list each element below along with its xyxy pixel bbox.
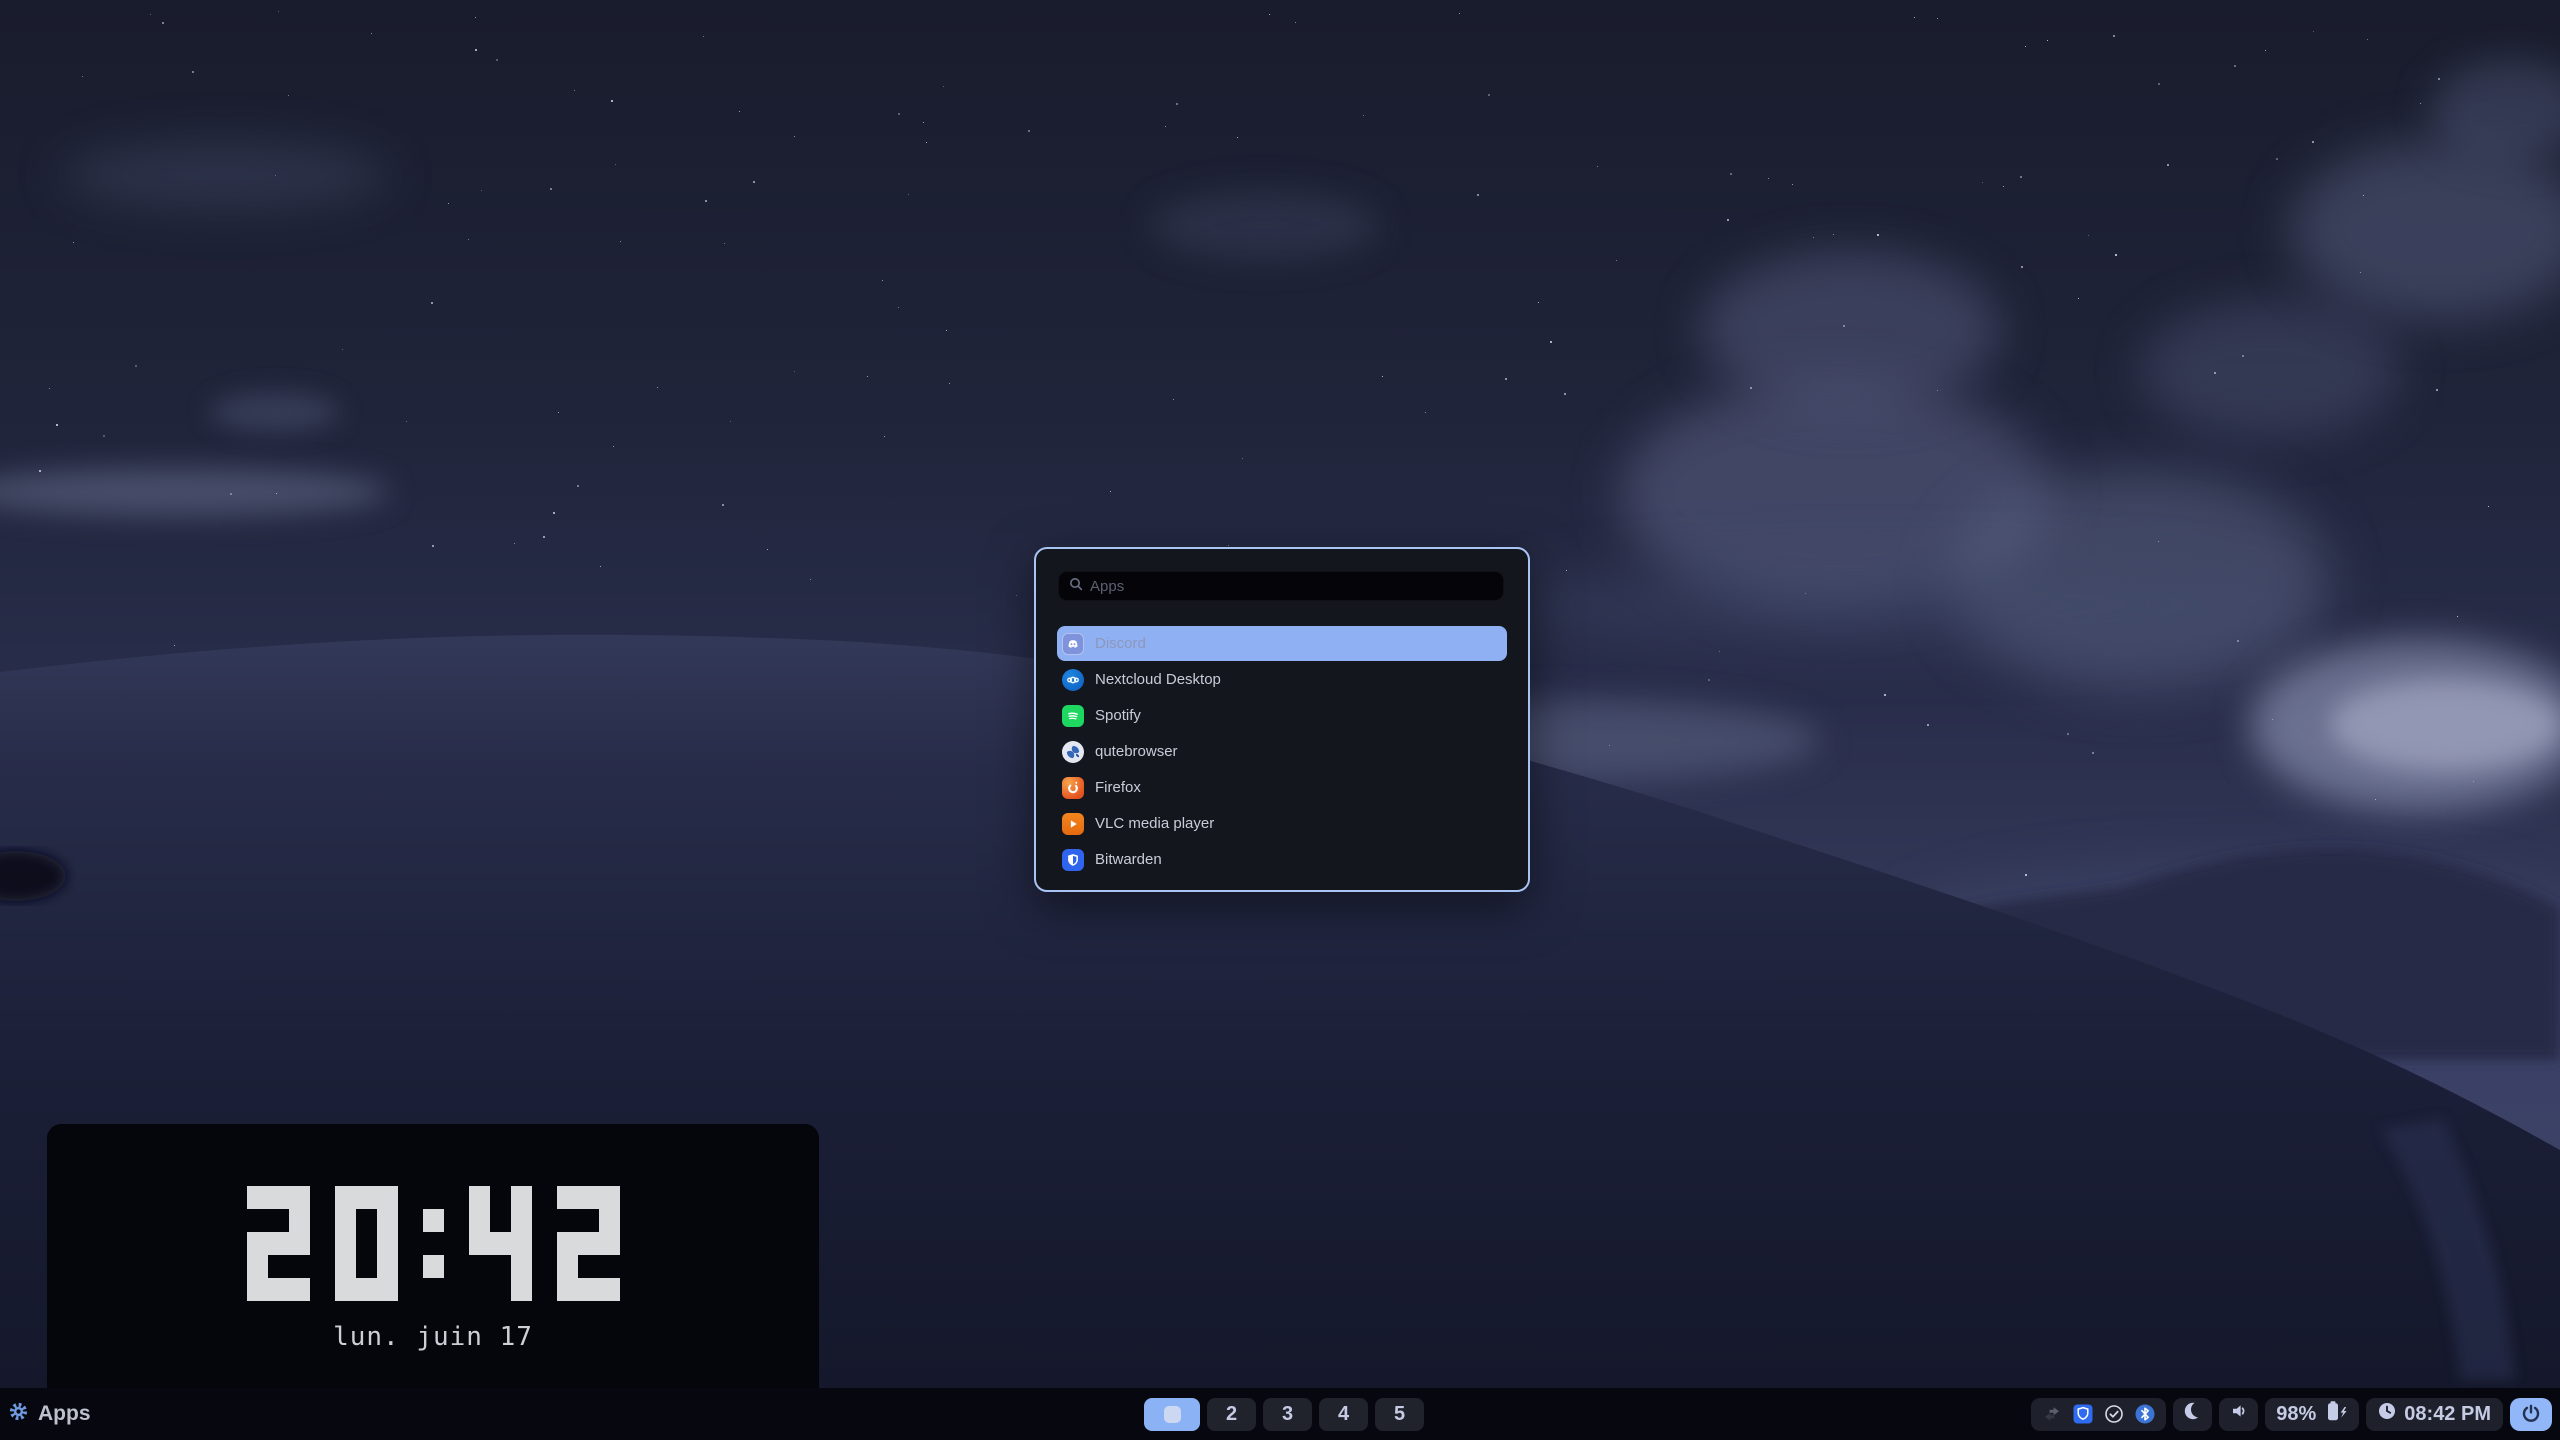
search-icon bbox=[1068, 576, 1084, 597]
workspace-label: 5 bbox=[1394, 1403, 1405, 1426]
apps-button-label: Apps bbox=[38, 1402, 91, 1426]
gear-icon bbox=[8, 1401, 29, 1427]
power-button[interactable] bbox=[2510, 1398, 2552, 1431]
workspace-3-button[interactable]: 3 bbox=[1263, 1398, 1312, 1431]
app-label: qutebrowser bbox=[1095, 743, 1178, 760]
vlc-app-icon bbox=[1062, 813, 1084, 835]
firefox-app-icon bbox=[1062, 777, 1084, 799]
clock-icon bbox=[2378, 1402, 2396, 1426]
launcher-item-vlc[interactable]: VLC media player bbox=[1057, 806, 1507, 841]
battery-percent: 98% bbox=[2276, 1403, 2316, 1426]
bitwarden-tray-icon[interactable] bbox=[2073, 1404, 2093, 1424]
launcher-item-discord[interactable]: Discord bbox=[1057, 626, 1507, 661]
status-bar: Apps 2 3 4 5 bbox=[0, 1388, 2560, 1440]
spotify-app-icon bbox=[1062, 705, 1084, 727]
check-circle-icon[interactable] bbox=[2104, 1404, 2124, 1424]
transfer-arrows-icon[interactable] bbox=[2042, 1404, 2062, 1424]
workspace-5-button[interactable]: 5 bbox=[1375, 1398, 1424, 1431]
app-label: Discord bbox=[1095, 635, 1146, 652]
launcher-item-spotify[interactable]: Spotify bbox=[1057, 698, 1507, 733]
app-launcher: Discord Nextcloud Desktop Spotify qutebr… bbox=[1034, 547, 1530, 892]
launcher-item-firefox[interactable]: Firefox bbox=[1057, 770, 1507, 805]
workspace-4-button[interactable]: 4 bbox=[1319, 1398, 1368, 1431]
app-label: Nextcloud Desktop bbox=[1095, 671, 1221, 688]
battery-charging-icon bbox=[2322, 1399, 2348, 1429]
app-label: Spotify bbox=[1095, 707, 1141, 724]
apps-button[interactable]: Apps bbox=[8, 1388, 91, 1440]
app-label: Bitwarden bbox=[1095, 851, 1162, 868]
bluetooth-icon[interactable] bbox=[2135, 1404, 2155, 1424]
discord-app-icon bbox=[1062, 633, 1084, 655]
launcher-app-list: Discord Nextcloud Desktop Spotify qutebr… bbox=[1057, 626, 1507, 878]
active-window-indicator bbox=[1164, 1406, 1181, 1423]
launcher-search-box[interactable] bbox=[1058, 571, 1504, 601]
clock-date: lun. juin 17 bbox=[47, 1322, 819, 1352]
launcher-item-bitwarden[interactable]: Bitwarden bbox=[1057, 842, 1507, 877]
battery-indicator: 98% bbox=[2265, 1398, 2359, 1431]
workspace-label: 2 bbox=[1226, 1403, 1237, 1426]
nextcloud-app-icon bbox=[1062, 669, 1084, 691]
bar-clock: 08:42 PM bbox=[2366, 1398, 2503, 1431]
speaker-icon bbox=[2229, 1401, 2249, 1427]
bar-clock-label: 08:42 PM bbox=[2404, 1403, 2491, 1426]
volume-control[interactable] bbox=[2219, 1398, 2258, 1431]
workspace-2-button[interactable]: 2 bbox=[1207, 1398, 1256, 1431]
search-input[interactable] bbox=[1088, 577, 1503, 596]
app-label: Firefox bbox=[1095, 779, 1141, 796]
system-tray-area: 98% 08:42 PM bbox=[2031, 1388, 2552, 1440]
launcher-item-nextcloud[interactable]: Nextcloud Desktop bbox=[1057, 662, 1507, 697]
moon-icon bbox=[2183, 1401, 2203, 1427]
workspace-switcher: 2 3 4 5 bbox=[1144, 1388, 1424, 1440]
workspace-label: 3 bbox=[1282, 1403, 1293, 1426]
app-label: VLC media player bbox=[1095, 815, 1214, 832]
system-tray bbox=[2031, 1398, 2166, 1431]
launcher-item-qutebrowser[interactable]: qutebrowser bbox=[1057, 734, 1507, 769]
bitwarden-app-icon bbox=[1062, 849, 1084, 871]
night-light-toggle[interactable] bbox=[2173, 1398, 2212, 1431]
workspace-label: 4 bbox=[1338, 1403, 1349, 1426]
workspace-1-button[interactable] bbox=[1144, 1398, 1200, 1431]
clock-widget: lun. juin 17 bbox=[47, 1124, 819, 1392]
power-icon bbox=[2521, 1403, 2541, 1426]
qutebrowser-app-icon bbox=[1062, 741, 1084, 763]
clock-time-display bbox=[47, 1186, 819, 1301]
